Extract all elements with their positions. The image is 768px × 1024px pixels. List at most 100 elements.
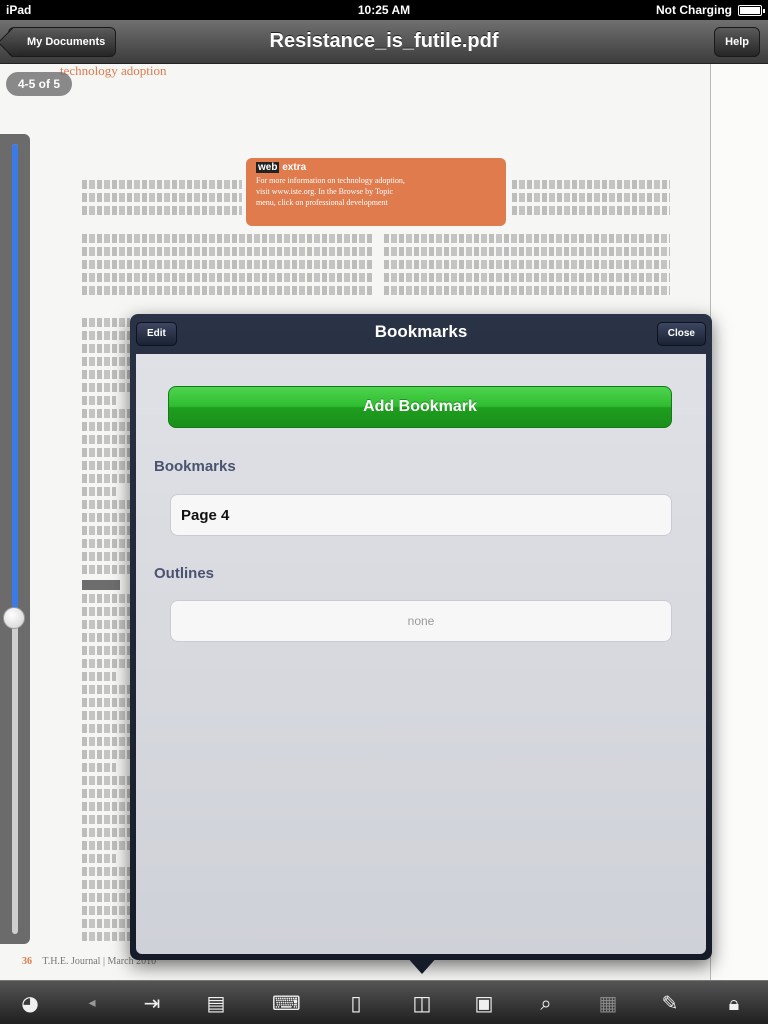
text-line bbox=[82, 500, 130, 509]
close-button[interactable]: Close bbox=[656, 322, 706, 346]
text-line bbox=[82, 594, 130, 603]
text-line bbox=[512, 193, 670, 202]
text-line bbox=[82, 396, 116, 405]
lock-icon[interactable]: 🔒︎ bbox=[720, 989, 748, 1017]
outlines-empty-label: none bbox=[407, 614, 435, 628]
text-line bbox=[82, 552, 130, 561]
bookmark-book-icon[interactable]: ◫ bbox=[408, 989, 436, 1017]
text-line bbox=[82, 750, 130, 759]
text-line bbox=[82, 286, 372, 295]
outlines-empty-cell: none bbox=[170, 600, 672, 642]
text-line bbox=[82, 828, 130, 837]
previous-icon[interactable]: ◂ bbox=[78, 989, 106, 1017]
navigation-bar: My Documents Resistance_is_futile.pdf He… bbox=[0, 20, 768, 64]
text-line bbox=[82, 607, 130, 616]
web-extra-callout: web extra For more information on techno… bbox=[246, 158, 506, 226]
single-page-icon[interactable]: ▯ bbox=[342, 989, 370, 1017]
page-slider-fill bbox=[12, 144, 18, 618]
text-column-left bbox=[82, 234, 372, 308]
bookmark-item-label: Page 4 bbox=[181, 507, 230, 524]
text-line bbox=[82, 724, 130, 733]
text-line bbox=[82, 383, 130, 392]
text-line bbox=[82, 539, 130, 548]
popover-arrow bbox=[406, 956, 438, 974]
text-line bbox=[384, 247, 670, 256]
text-line bbox=[82, 318, 130, 327]
bookmarks-popover: Edit Bookmarks Close Add Bookmark Bookma… bbox=[130, 314, 712, 960]
document-title: Resistance_is_futile.pdf bbox=[269, 30, 499, 52]
status-bar: iPad 10:25 AM Not Charging bbox=[0, 0, 768, 20]
text-line bbox=[82, 867, 130, 876]
clock: 10:25 AM bbox=[357, 3, 411, 17]
text-line bbox=[82, 526, 130, 535]
text-line bbox=[82, 461, 130, 470]
text-column-right bbox=[384, 234, 670, 308]
text-line bbox=[82, 206, 242, 215]
add-bookmark-button[interactable]: Add Bookmark bbox=[168, 386, 672, 428]
help-button[interactable]: Help bbox=[714, 27, 760, 57]
text-line bbox=[384, 234, 670, 243]
text-line bbox=[82, 409, 130, 418]
text-line bbox=[82, 331, 130, 340]
text-line bbox=[82, 776, 130, 785]
popover-title: Bookmarks bbox=[374, 322, 468, 341]
annotate-icon[interactable]: ✎ bbox=[656, 989, 684, 1017]
text-line bbox=[82, 260, 372, 269]
text-line bbox=[82, 620, 130, 629]
text-column-left-lower bbox=[82, 318, 130, 946]
bookmark-item[interactable]: Page 4 bbox=[170, 494, 672, 536]
grid-icon[interactable]: ▦ bbox=[594, 989, 622, 1017]
callout-title: web extra bbox=[256, 162, 307, 173]
text-line bbox=[82, 685, 130, 694]
text-line bbox=[82, 802, 130, 811]
text-line bbox=[82, 711, 130, 720]
bookmarks-section-header: Bookmarks bbox=[154, 458, 236, 475]
search-icon[interactable]: ⌕ bbox=[532, 989, 560, 1017]
text-line bbox=[82, 841, 130, 850]
text-line bbox=[82, 513, 130, 522]
document-icon[interactable]: ▤ bbox=[202, 989, 230, 1017]
page-indicator: 4-5 of 5 bbox=[6, 72, 73, 96]
bottom-toolbar: ◕ ◂ ⇥ ▤ ⌨ ▯ ◫ ▣ ⌕ ▦ ✎ 🔒︎ bbox=[0, 980, 768, 1024]
callout-line: For more information on technology adopt… bbox=[256, 176, 405, 185]
text-line bbox=[82, 789, 130, 798]
text-line bbox=[82, 422, 130, 431]
text-line bbox=[82, 893, 130, 902]
page-icon[interactable]: ▣ bbox=[470, 989, 498, 1017]
text-line bbox=[82, 906, 130, 915]
text-line bbox=[82, 659, 130, 668]
keyboard-icon[interactable]: ⌨ bbox=[272, 989, 301, 1017]
text-line bbox=[82, 370, 130, 379]
text-line bbox=[82, 698, 130, 707]
text-line bbox=[82, 344, 130, 353]
rotate-icon[interactable]: ◕ bbox=[16, 989, 44, 1017]
text-line bbox=[82, 193, 242, 202]
text-line bbox=[82, 487, 116, 496]
text-column-left-top bbox=[82, 180, 242, 230]
text-line bbox=[384, 286, 670, 295]
text-column-right-top bbox=[512, 180, 670, 230]
text-line bbox=[82, 672, 116, 681]
text-line bbox=[384, 260, 670, 269]
text-line bbox=[82, 357, 130, 366]
popover-body: Add Bookmark Bookmarks Page 4 Outlines n… bbox=[136, 354, 706, 954]
text-line bbox=[82, 565, 130, 574]
text-line bbox=[82, 273, 372, 282]
text-line bbox=[82, 435, 130, 444]
text-line bbox=[512, 206, 670, 215]
page-slider-knob[interactable] bbox=[3, 607, 25, 629]
outlines-section-header: Outlines bbox=[154, 565, 215, 582]
text-line bbox=[82, 919, 130, 928]
text-line bbox=[82, 880, 130, 889]
text-line bbox=[82, 234, 372, 243]
text-subheading bbox=[82, 580, 120, 590]
text-line bbox=[82, 474, 130, 483]
import-icon[interactable]: ⇥ bbox=[138, 989, 166, 1017]
popover-header: Edit Bookmarks Close bbox=[130, 314, 712, 352]
text-line bbox=[82, 633, 130, 642]
text-line bbox=[82, 763, 116, 772]
next-page-edge[interactable] bbox=[710, 64, 768, 980]
text-line bbox=[82, 737, 130, 746]
callout-line: visit www.iste.org. In the Browse by Top… bbox=[256, 187, 394, 196]
text-line bbox=[82, 815, 130, 824]
